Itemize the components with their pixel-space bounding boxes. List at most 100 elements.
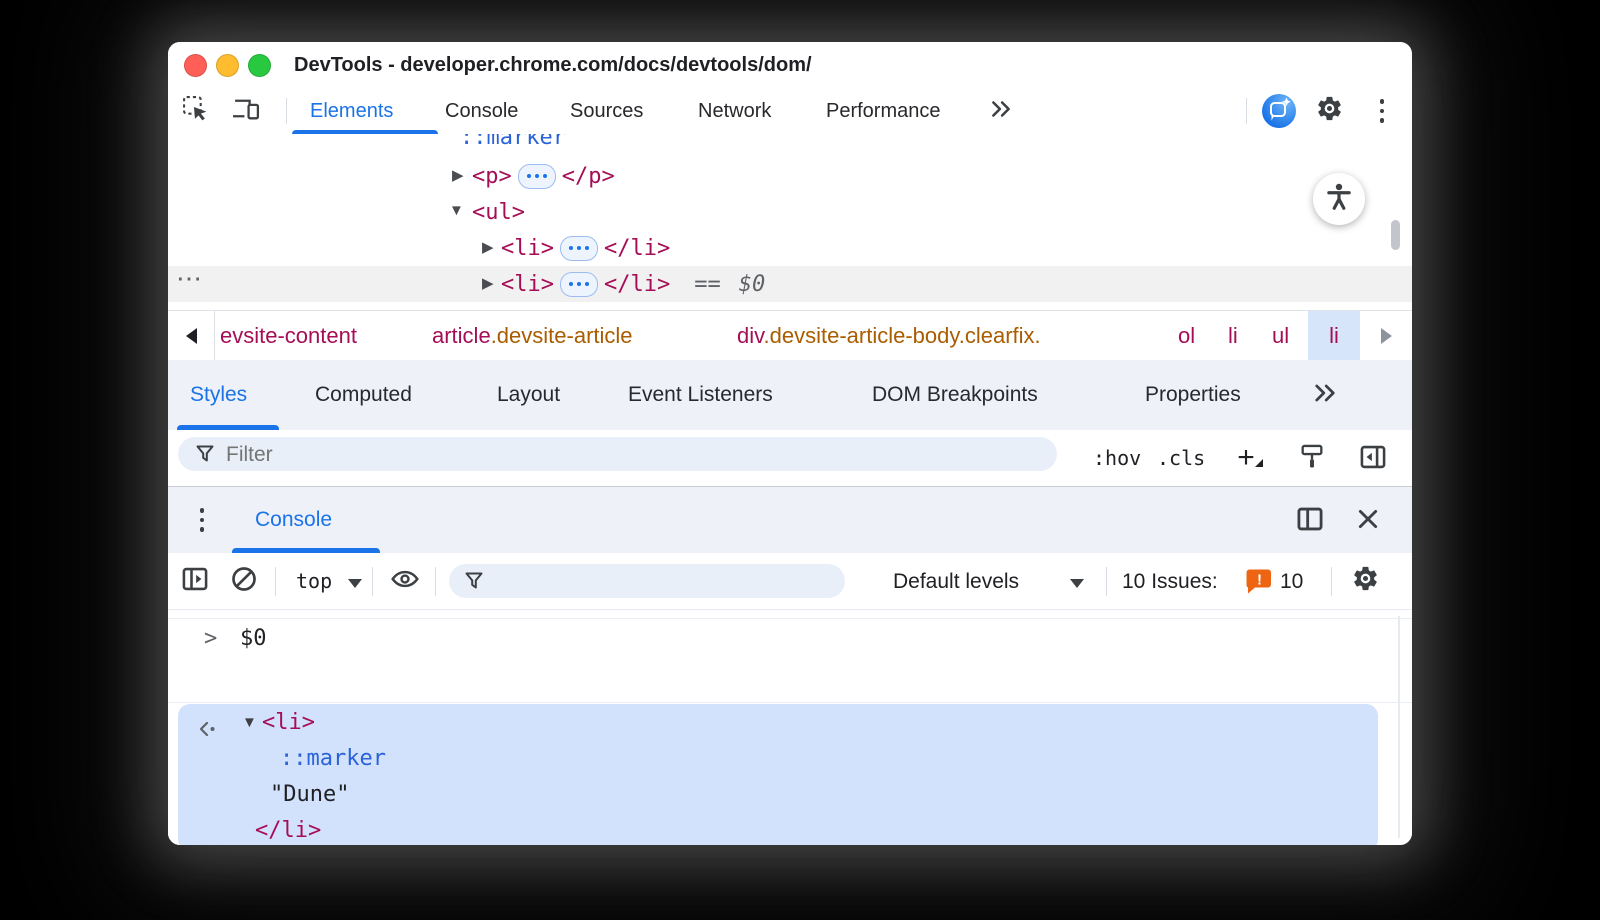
tab-console[interactable]: Console [445,88,518,134]
tab-sources[interactable]: Sources [570,88,643,134]
minimize-window-button[interactable] [216,54,239,77]
close-window-button[interactable] [184,54,207,77]
tree-row-li-selected[interactable]: ⋯ ▶ <li> </li> == $0 [168,266,1412,302]
ai-sparkle-icon [1266,96,1292,127]
gear-icon [1315,94,1344,128]
window-title: DevTools - developer.chrome.com/docs/dev… [294,42,812,88]
chevron-left-icon [186,328,197,344]
elements-dom-tree: ::marker ▶ <p> </p> ▼ <ul> ▶ <li> </li> [168,134,1412,310]
ai-assistant-button[interactable] [1262,94,1296,128]
caret-down-icon[interactable] [348,579,362,588]
crumb-article[interactable]: article.devsite-article [432,311,633,361]
row-more-actions-icon[interactable]: ⋯ [176,263,202,294]
tab-dom-breakpoints[interactable]: DOM Breakpoints [872,360,1038,430]
styles-pane-tabs: Styles Computed Layout Event Listeners D… [168,360,1412,430]
new-style-rule-button[interactable]: + [1226,440,1266,476]
crumb-div[interactable]: div.devsite-article-body.clearfix. [737,311,1041,361]
tab-properties[interactable]: Properties [1145,360,1241,430]
tab-performance[interactable]: Performance [826,88,941,134]
drawer-menu-button[interactable] [190,505,214,535]
tab-network[interactable]: Network [698,88,771,134]
ellipsis-pill[interactable] [560,236,598,261]
collapse-arrow-icon[interactable]: ▼ [242,705,257,741]
ellipsis-pill[interactable] [518,164,556,189]
brush-button[interactable] [1296,443,1328,475]
more-menu-button[interactable] [1367,96,1397,126]
equals-sign: == [694,272,721,297]
styles-filter-input[interactable] [224,437,843,473]
crumb-devsite-content[interactable]: evsite-content [220,311,357,361]
tab-styles[interactable]: Styles [190,360,247,430]
console-settings-button[interactable] [1349,565,1381,597]
toggle-element-state-button[interactable]: :hov [1093,430,1141,486]
inspect-element-button[interactable] [180,96,210,126]
toggle-sidebar-button[interactable] [1357,443,1389,475]
paint-roller-icon [1298,443,1326,476]
split-panel-icon [1296,505,1324,538]
ellipsis-pill[interactable] [560,272,598,297]
element-classes-button[interactable]: .cls [1157,430,1205,486]
result-text-node: "Dune" [270,777,349,813]
console-command-row[interactable]: > $0 [168,618,1412,659]
console-sidebar-button[interactable] [179,565,211,597]
styles-filter-pill [178,437,1057,471]
console-filter-input[interactable] [495,564,776,600]
kebab-menu-icon [1380,99,1385,123]
device-toolbar-button[interactable] [230,96,262,126]
tree-row-li-1[interactable]: ▶ <li> </li> [168,230,1412,266]
caret-down-icon[interactable] [1070,579,1084,588]
chevrons-right-icon [1312,381,1338,410]
split-panel-button[interactable] [1294,505,1326,537]
tab-layout[interactable]: Layout [497,360,560,430]
breadcrumb: evsite-content article.devsite-article d… [168,310,1412,361]
filter-funnel-icon [194,443,216,470]
crumb-li[interactable]: li [1228,311,1238,361]
tab-computed[interactable]: Computed [315,360,412,430]
tab-event-listeners[interactable]: Event Listeners [628,360,773,430]
console-toolbar: top Default levels 10 Issues: ! 10 [168,553,1412,610]
settings-button[interactable] [1313,95,1345,127]
console-scrollbar-track[interactable] [1398,616,1400,838]
expand-arrow-icon[interactable]: ▶ [452,166,464,184]
chevron-right-icon [1381,328,1392,344]
tab-console-drawer[interactable]: Console [255,487,332,553]
more-pane-tabs-button[interactable] [1310,382,1340,408]
chevrons-right-icon [989,98,1013,125]
crumb-li-selected[interactable]: li [1308,311,1360,361]
devtools-window: DevTools - developer.chrome.com/docs/dev… [168,42,1412,845]
issues-badge-icon[interactable]: ! [1245,568,1273,600]
zoom-window-button[interactable] [248,54,271,77]
drawer-header: Console [168,486,1412,553]
tree-row-clipped[interactable]: ::marker [168,134,1412,161]
main-toolbar: Elements Console Sources Network Perform… [168,88,1412,135]
console-result-block[interactable]: ▼ <li> ::marker "Dune" </li> [178,704,1378,845]
crumb-ol[interactable]: ol [1178,311,1195,361]
context-selector[interactable]: top [296,553,332,610]
issues-label[interactable]: 10 Issues: [1122,553,1218,610]
clear-icon [230,565,258,598]
dollar-zero-label: $0 [739,272,766,297]
accessibility-button[interactable] [1313,173,1365,225]
crumb-ul[interactable]: ul [1272,311,1289,361]
issues-count[interactable]: 10 [1280,553,1303,610]
more-tabs-button[interactable] [986,98,1016,124]
eye-icon [390,565,420,598]
collapse-arrow-icon[interactable]: ▼ [449,202,464,219]
log-levels-selector[interactable]: Default levels [893,553,1019,610]
tree-row-p[interactable]: ▶ <p> </p> [168,158,1412,194]
console-command: $0 [240,619,267,659]
clear-console-button[interactable] [228,565,260,597]
breadcrumb-back-button[interactable] [168,311,215,361]
console-output: > $0 ▼ <li> ::marker "Dune" </li> [168,610,1412,845]
tree-row-ul[interactable]: ▼ <ul> [168,194,1412,230]
expand-arrow-icon[interactable]: ▶ [482,238,494,256]
close-drawer-button[interactable] [1352,505,1384,537]
breadcrumb-forward-button[interactable] [1360,311,1412,361]
inspect-icon [182,95,209,127]
live-expression-button[interactable] [388,565,422,597]
panel-left-icon [1359,443,1387,476]
expand-arrow-icon[interactable]: ▶ [482,274,494,292]
scrollbar-thumb[interactable] [1391,220,1400,250]
result-pseudo-marker: ::marker [280,741,386,777]
tab-elements[interactable]: Elements [310,88,393,134]
